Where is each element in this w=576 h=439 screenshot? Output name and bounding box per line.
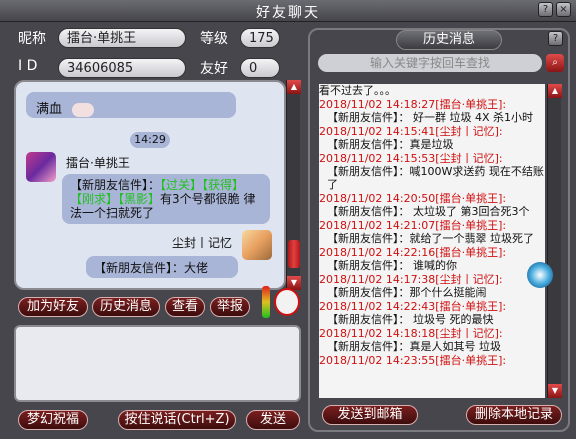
history-log: 看不过去了。。。 2018/11/02 14:18:27[擂台·单挑王]: 【新朋友… [319, 84, 545, 398]
level-field: 175 [240, 28, 280, 48]
history-entry: 2018/11/02 14:20:50[擂台·单挑王]: 【新朋友信件】： 太垃圾… [319, 192, 545, 218]
push-to-talk-button[interactable]: 按住说话(Ctrl+Z) [118, 410, 236, 430]
chat-bubble-first: 满血 [26, 92, 236, 118]
history-message: 【新朋友信件】： 好一群 垃圾 4X 杀1小时 [327, 111, 534, 124]
signal-meter-icon [262, 286, 270, 318]
chat-window: 好友聊天 ? × 昵称 擂台·单挑王 等级 175 I D 34606085 友… [0, 0, 576, 439]
history-message: 【新朋友信件】：喊100W求送药 现在不结账了 [327, 165, 544, 191]
history-timestamp: 2018/11/02 14:23:55[擂台·单挑王]: [319, 354, 507, 367]
scroll-thumb[interactable] [288, 240, 300, 268]
history-timestamp: 2018/11/02 14:20:50[擂台·单挑王]: [319, 192, 507, 205]
chat-first-text: 满血 [36, 102, 63, 117]
friend-label: 友好 [200, 61, 228, 77]
history-entry: 2018/11/02 14:18:27[擂台·单挑王]: 【新朋友信件】： 好一群… [319, 98, 545, 124]
history-scroll-down-icon[interactable]: ▼ [548, 384, 562, 398]
history-timestamp: 2018/11/02 14:21:07[擂台·单挑王]: [319, 219, 507, 232]
history-entry: 2018/11/02 14:22:43[擂台·单挑王]: 【新朋友信件】： 垃圾号… [319, 300, 545, 326]
history-message: 【新朋友信件】： 谁喊的你 [327, 259, 457, 272]
delete-local-button[interactable]: 删除本地记录 [466, 405, 562, 425]
history-entry: 2018/11/02 14:21:07[擂台·单挑王]: 【新朋友信件】：就给了一… [319, 219, 545, 245]
history-message: 看不过去了。。。 [319, 84, 396, 97]
history-message: 【新朋友信件】：真是垃圾 [327, 138, 454, 151]
history-title: 历史消息 [396, 30, 502, 50]
close-button[interactable]: × [556, 2, 571, 17]
title-bar[interactable]: 好友聊天 ? × [0, 0, 576, 22]
window-title: 好友聊天 [256, 5, 320, 21]
history-button[interactable]: 历史消息 [92, 297, 160, 317]
mascot-icon[interactable] [274, 288, 300, 316]
name-label: 昵称 [18, 31, 46, 47]
history-timestamp: 2018/11/02 14:22:43[擂台·单挑王]: [319, 300, 507, 313]
send-button[interactable]: 发送 [246, 410, 300, 430]
self-avatar[interactable] [242, 230, 272, 260]
sender-name: 擂台·单挑王 [66, 156, 130, 170]
history-entry: 2018/11/02 14:17:38[尘封丨记忆]: 【新朋友信件】：那个什么挺… [319, 273, 545, 299]
history-entry: 2018/11/02 14:18:18[尘封丨记忆]: 【新朋友信件】：真是人如其… [319, 327, 545, 353]
history-entry: 2018/11/02 14:15:53[尘封丨记忆]: 【新朋友信件】：喊100W… [319, 152, 545, 191]
fish-icon [527, 262, 553, 288]
msg1-prefix: 【新朋友信件】： [70, 178, 161, 192]
emoji-icon [72, 102, 95, 117]
history-entry: 2018/11/02 14:15:41[尘封丨记忆]: 【新朋友信件】：真是垃圾 [319, 125, 545, 151]
time-badge: 14:29 [130, 132, 170, 148]
chat-scrollbar[interactable]: ▲ ▼ [286, 80, 301, 290]
history-message: 【新朋友信件】： 太垃圾了 第3回合死3个 [327, 205, 530, 218]
sender2-name: 尘封丨记忆 [172, 236, 233, 250]
history-message: 【新朋友信件】：就给了一个翡翠 垃圾死了 [327, 232, 534, 245]
help-button[interactable]: ? [538, 2, 553, 17]
blessing-button[interactable]: 梦幻祝福 [18, 410, 88, 430]
history-scrollbar[interactable]: ▲ ▼ [547, 84, 562, 398]
history-timestamp: 2018/11/02 14:17:38[尘封丨记忆]: [319, 273, 503, 286]
history-entry: 2018/11/02 14:22:16[擂台·单挑王]: 【新朋友信件】： 谁喊的… [319, 246, 545, 272]
send-to-mail-button[interactable]: 发送到邮箱 [322, 405, 418, 425]
history-message: 【新朋友信件】： 垃圾号 死的最快 [327, 313, 494, 326]
level-label: 等级 [200, 31, 228, 47]
friend-field: 0 [240, 58, 280, 78]
history-timestamp: 2018/11/02 14:22:16[擂台·单挑王]: [319, 246, 507, 259]
history-timestamp: 2018/11/02 14:18:27[擂台·单挑王]: [319, 98, 507, 111]
history-timestamp: 2018/11/02 14:15:53[尘封丨记忆]: [319, 152, 503, 165]
history-entry: 看不过去了。。。 [319, 84, 545, 97]
add-friend-button[interactable]: 加为好友 [18, 297, 88, 317]
history-search-input[interactable]: 输入关键字按回车查找 [318, 54, 542, 72]
history-entry: 2018/11/02 14:23:55[擂台·单挑王]: [319, 354, 545, 367]
id-label: I D [18, 58, 38, 74]
message-input[interactable] [14, 325, 301, 402]
sender-avatar[interactable] [26, 152, 56, 182]
id-field: 34606085 [58, 58, 186, 78]
scroll-up-icon[interactable]: ▲ [287, 80, 301, 94]
chat-bubble-msg1: 【新朋友信件】：【过关】【获得】【刚求】【黑影】有3个号都很脆 律法一个扫就死了 [62, 174, 270, 224]
chat-bubble-msg2: 【新朋友信件】：大佬 [86, 256, 238, 278]
search-icon[interactable]: ⌕ [546, 54, 564, 72]
history-scroll-up-icon[interactable]: ▲ [548, 84, 562, 98]
chat-pane: 满血 14:29 擂台·单挑王 【新朋友信件】：【过关】【获得】【刚求】【黑影】… [14, 80, 286, 290]
name-field: 擂台·单挑王 [58, 28, 186, 48]
history-message: 【新朋友信件】：那个什么挺能闹 [327, 286, 487, 299]
history-timestamp: 2018/11/02 14:15:41[尘封丨记忆]: [319, 125, 503, 138]
history-message: 【新朋友信件】：真是人如其号 垃圾 [327, 340, 501, 353]
history-help-button[interactable]: ? [548, 31, 563, 46]
history-timestamp: 2018/11/02 14:18:18[尘封丨记忆]: [319, 327, 503, 340]
report-button[interactable]: 举报 [210, 297, 250, 317]
view-button[interactable]: 查看 [165, 297, 205, 317]
